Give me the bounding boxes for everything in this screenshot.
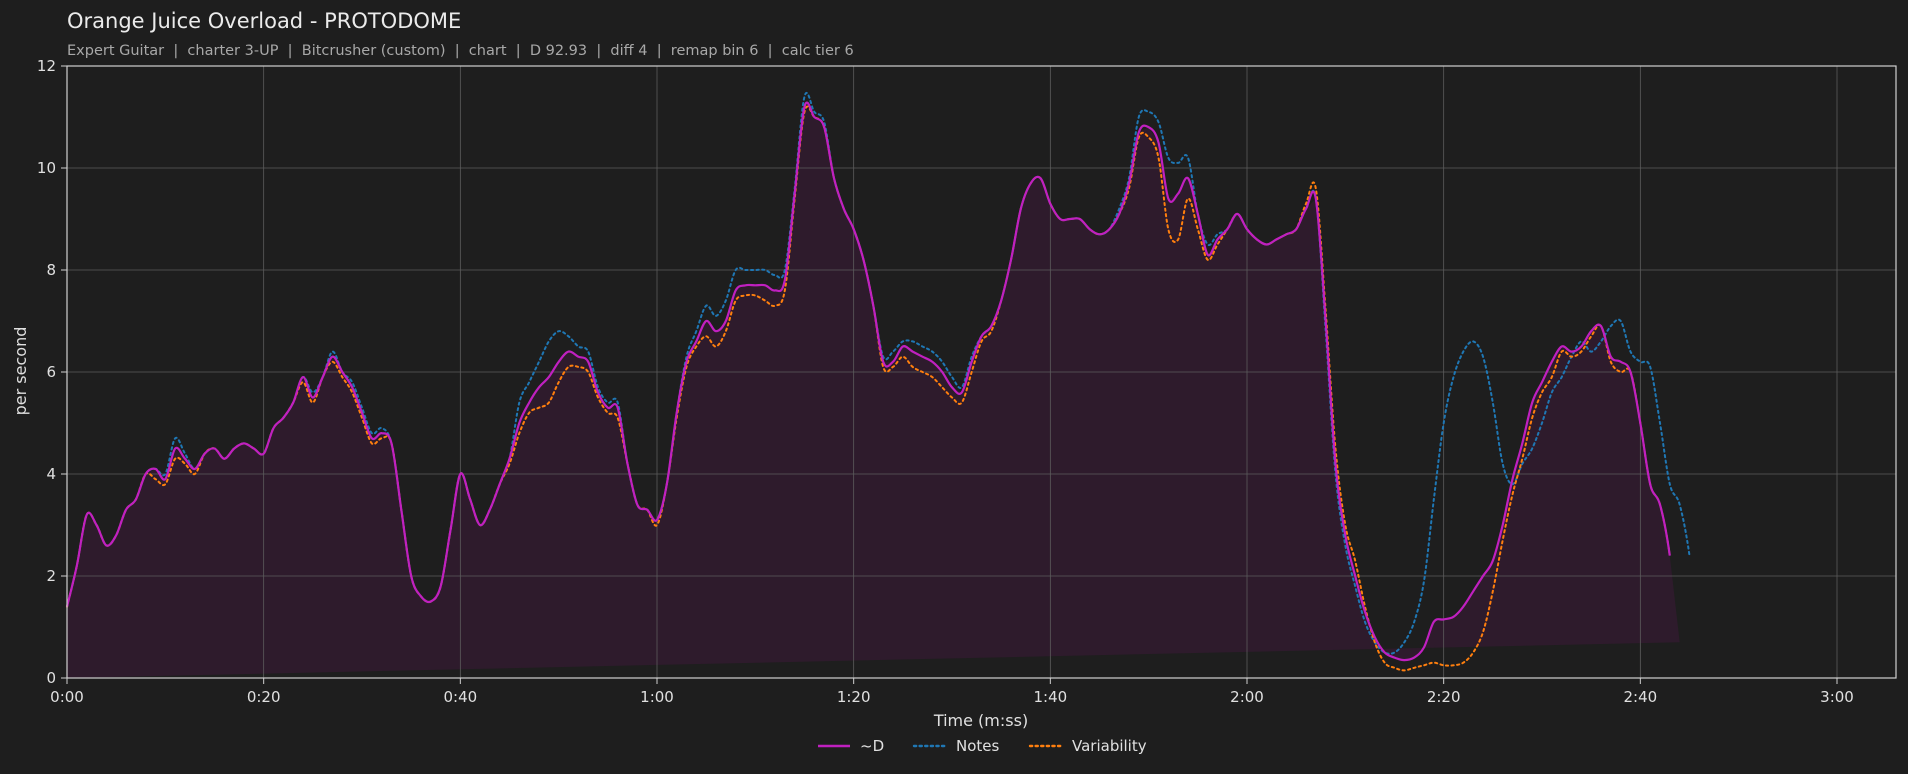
- y-tick-label: 10: [37, 159, 56, 177]
- x-tick-label: 1:40: [1033, 688, 1067, 706]
- x-tick-label: 2:20: [1427, 688, 1461, 706]
- y-axis-label: per second: [11, 327, 30, 416]
- y-tick-label: 4: [46, 465, 56, 483]
- chart-subtitle: Expert Guitar | charter 3-UP | Bitcrushe…: [67, 43, 854, 59]
- x-tick-label: 2:40: [1623, 688, 1657, 706]
- y-tick-label: 12: [37, 57, 56, 75]
- y-tick-label: 8: [46, 261, 56, 279]
- x-tick-label: 0:00: [50, 688, 84, 706]
- x-tick-label: 1:00: [640, 688, 674, 706]
- chart-title: Orange Juice Overload - PROTODOME: [67, 9, 461, 33]
- x-tick-label: 0:20: [247, 688, 281, 706]
- legend-label-variability: Variability: [1072, 737, 1147, 755]
- chart: Orange Juice Overload - PROTODOME Expert…: [0, 0, 1908, 774]
- x-axis-label: Time (m:ss): [933, 711, 1028, 730]
- legend: ~D Notes Variability: [818, 737, 1147, 755]
- legend-label-notes: Notes: [956, 737, 1000, 755]
- x-tick-label: 2:00: [1230, 688, 1264, 706]
- y-tick-label: 2: [46, 567, 56, 585]
- plot-area: 0:00 0:20 0:40 1:00 1:20 1:40 2:00 2:20 2:40 3:00…: [37, 57, 1897, 706]
- x-tick-label: 3:00: [1820, 688, 1854, 706]
- x-tick-label: 0:40: [443, 688, 477, 706]
- y-tick-label: 0: [46, 669, 56, 687]
- x-tick-label: 1:20: [837, 688, 871, 706]
- legend-label-d: ~D: [860, 737, 884, 755]
- y-tick-label: 6: [46, 363, 56, 381]
